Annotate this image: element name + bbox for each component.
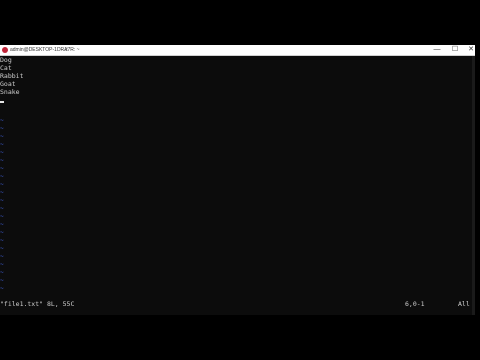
empty-line-tilde: ~	[0, 157, 4, 164]
empty-line-tilde: ~	[0, 189, 4, 196]
minimize-button[interactable]: —	[428, 45, 446, 55]
empty-line-tilde: ~	[0, 261, 4, 268]
window-title: admin@DESKTOP-1DRA7R: ~	[10, 47, 80, 53]
empty-line-tilde: ~	[0, 253, 4, 260]
vertical-scrollbar[interactable]	[472, 56, 475, 315]
status-scroll-indicator: All	[458, 300, 470, 308]
empty-line-tilde: ~	[0, 221, 4, 228]
empty-line-tilde: ~	[0, 277, 4, 284]
empty-line-tilde: ~	[0, 173, 4, 180]
empty-line-tilde: ~	[0, 237, 4, 244]
buffer-line: Dog	[0, 56, 12, 64]
empty-line-tilde: ~	[0, 149, 4, 156]
close-button[interactable]: ✕	[462, 45, 480, 55]
terminal-window: admin@DESKTOP-1DRA7R: ~ ∨ — ☐ ✕ Dog Cat …	[0, 45, 475, 315]
status-file-info: "file1.txt" 8L, 55C	[0, 300, 75, 308]
empty-line-tilde: ~	[0, 181, 4, 188]
title-bar[interactable]: admin@DESKTOP-1DRA7R: ~ ∨ — ☐ ✕	[0, 45, 475, 56]
empty-line-tilde: ~	[0, 133, 4, 140]
empty-line-tilde: ~	[0, 245, 4, 252]
empty-line-tilde: ~	[0, 213, 4, 220]
empty-line-tilde: ~	[0, 117, 4, 124]
buffer-line: Cat	[0, 64, 12, 72]
empty-line-tilde: ~	[0, 197, 4, 204]
buffer-line: Goat	[0, 80, 16, 88]
empty-line-tilde: ~	[0, 269, 4, 276]
empty-line-tilde: ~	[0, 229, 4, 236]
empty-line-tilde: ~	[0, 141, 4, 148]
empty-line-tilde: ~	[0, 165, 4, 172]
terminal-app-icon	[2, 47, 8, 53]
empty-line-tilde: ~	[0, 125, 4, 132]
text-cursor	[0, 101, 4, 103]
buffer-line: Snake	[0, 88, 20, 96]
empty-line-tilde: ~	[0, 285, 4, 292]
tab-dropdown-icon[interactable]: ∨	[64, 45, 68, 55]
status-cursor-position: 6,0-1	[405, 300, 425, 308]
vim-editor-area[interactable]: Dog Cat Rabbit Goat Snake "file1.txt" 8L…	[0, 56, 470, 315]
empty-line-tilde: ~	[0, 205, 4, 212]
buffer-line: Rabbit	[0, 72, 24, 80]
